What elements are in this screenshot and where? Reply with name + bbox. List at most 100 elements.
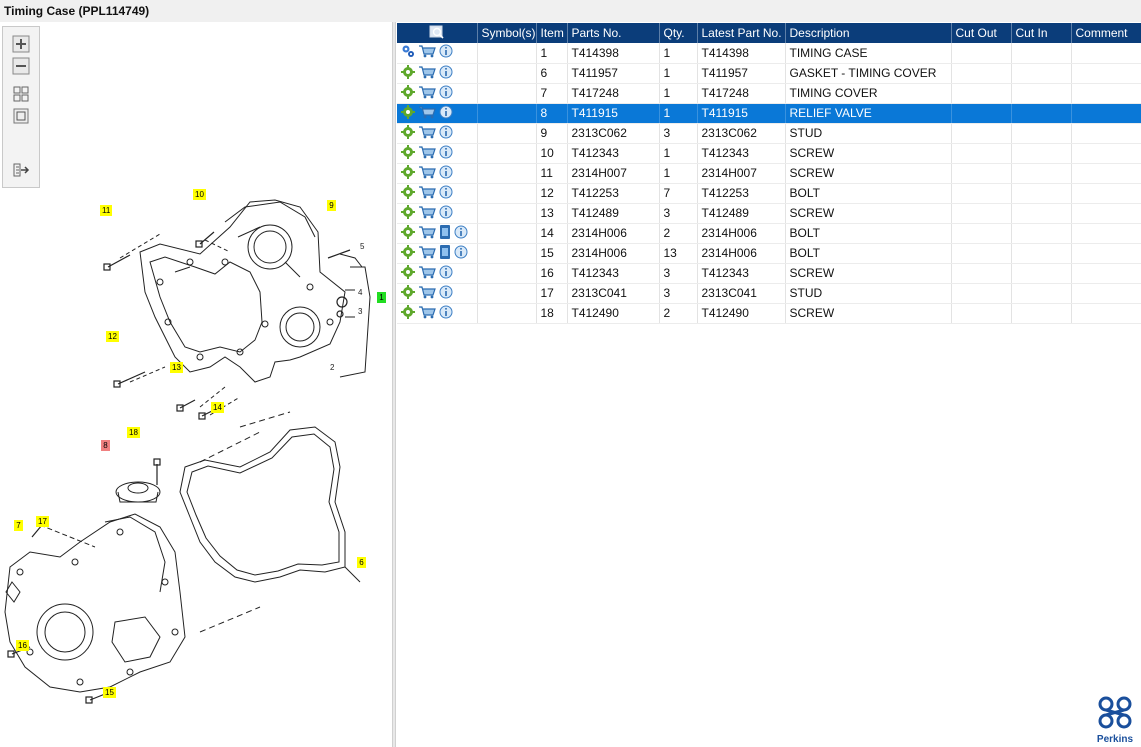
table-row[interactable]: 15 2314H006 13 2314H006 BOLT	[397, 243, 1141, 264]
callout-9[interactable]: 9	[327, 200, 336, 211]
zoom-out-icon[interactable]	[12, 57, 30, 75]
info-icon[interactable]	[439, 85, 453, 102]
callout-16[interactable]: 16	[16, 640, 29, 651]
assembly-icon[interactable]	[401, 44, 415, 61]
info-icon[interactable]	[439, 105, 453, 122]
callout-17[interactable]: 17	[36, 516, 49, 527]
cart-icon[interactable]	[418, 245, 436, 262]
qty-cell: 1	[659, 143, 698, 164]
cart-icon[interactable]	[418, 44, 436, 61]
part-icon[interactable]	[401, 204, 415, 222]
column-parts-no[interactable]: Parts No.	[567, 23, 660, 43]
table-row[interactable]: 17 2313C041 3 2313C041 STUD	[397, 283, 1141, 304]
info-icon[interactable]	[454, 225, 468, 242]
table-row[interactable]: 6 T411957 1 T411957 GASKET - TIMING COVER	[397, 63, 1141, 84]
info-icon[interactable]	[439, 65, 453, 82]
cut-in-cell	[1011, 83, 1072, 104]
illustration-pane[interactable]: 11 10 9 1 12 13 14 18 8 7 17 6 16 15 5 4…	[0, 22, 392, 747]
column-symbols[interactable]: Symbol(s)	[477, 23, 537, 43]
info-icon[interactable]	[439, 265, 453, 282]
cart-icon[interactable]	[418, 145, 436, 162]
cart-icon[interactable]	[418, 125, 436, 142]
callout-11[interactable]: 11	[100, 205, 113, 216]
column-item[interactable]: Item	[536, 23, 568, 43]
table-row[interactable]: 9 2313C062 3 2313C062 STUD	[397, 123, 1141, 144]
callout-18[interactable]: 18	[127, 427, 140, 438]
info-icon[interactable]	[439, 44, 453, 61]
part-icon[interactable]	[401, 304, 415, 322]
table-row[interactable]: 8 T411915 1 T411915 RELIEF VALVE	[397, 103, 1141, 124]
info-icon[interactable]	[439, 305, 453, 322]
table-row[interactable]: 12 T412253 7 T412253 BOLT	[397, 183, 1141, 204]
callout-6[interactable]: 6	[357, 557, 366, 568]
part-icon[interactable]	[401, 224, 415, 242]
column-cut-in[interactable]: Cut In	[1011, 23, 1072, 43]
callout-15[interactable]: 15	[103, 687, 116, 698]
table-row[interactable]: 16 T412343 3 T412343 SCREW	[397, 263, 1141, 284]
callout-1[interactable]: 1	[377, 292, 386, 303]
info-icon[interactable]	[439, 125, 453, 142]
table-row[interactable]: 13 T412489 3 T412489 SCREW	[397, 203, 1141, 224]
column-icons[interactable]	[397, 23, 478, 43]
table-row[interactable]: 14 2314H006 2 2314H006 BOLT	[397, 223, 1141, 244]
cart-icon[interactable]	[418, 165, 436, 182]
callout-7[interactable]: 7	[14, 520, 23, 531]
info-icon[interactable]	[439, 285, 453, 302]
cart-icon[interactable]	[418, 305, 436, 322]
zoom-in-icon[interactable]	[12, 35, 30, 53]
part-icon[interactable]	[401, 144, 415, 162]
cart-icon[interactable]	[418, 225, 436, 242]
item-cell: 18	[536, 303, 568, 324]
column-cut-out[interactable]: Cut Out	[951, 23, 1012, 43]
document-icon[interactable]	[439, 224, 451, 243]
actual-size-icon[interactable]	[12, 107, 30, 125]
info-icon[interactable]	[439, 185, 453, 202]
preview-icon[interactable]	[429, 25, 445, 42]
info-icon[interactable]	[439, 165, 453, 182]
table-row[interactable]: 18 T412490 2 T412490 SCREW	[397, 303, 1141, 324]
part-icon[interactable]	[401, 244, 415, 262]
cart-icon[interactable]	[418, 85, 436, 102]
table-row[interactable]: 10 T412343 1 T412343 SCREW	[397, 143, 1141, 164]
part-no-cell: T411957	[567, 63, 660, 84]
cut-out-cell	[951, 303, 1012, 324]
part-icon[interactable]	[401, 284, 415, 302]
cart-icon[interactable]	[418, 265, 436, 282]
cart-icon[interactable]	[418, 205, 436, 222]
callout-13[interactable]: 13	[170, 362, 183, 373]
part-icon[interactable]	[401, 84, 415, 102]
column-latest-part-no[interactable]: Latest Part No.	[697, 23, 786, 43]
latest-part-no-cell: T411957	[697, 63, 786, 84]
info-icon[interactable]	[454, 245, 468, 262]
label-5: 5	[360, 242, 365, 251]
latest-part-no-cell: T412343	[697, 263, 786, 284]
part-icon[interactable]	[401, 124, 415, 142]
description-cell: GASKET - TIMING COVER	[785, 63, 952, 84]
document-icon[interactable]	[439, 244, 451, 263]
cart-icon[interactable]	[418, 285, 436, 302]
part-icon[interactable]	[401, 164, 415, 182]
export-icon[interactable]	[12, 161, 30, 179]
info-icon[interactable]	[439, 145, 453, 162]
column-comment[interactable]: Comment	[1071, 23, 1141, 43]
info-icon[interactable]	[439, 205, 453, 222]
table-row[interactable]: 11 2314H007 1 2314H007 SCREW	[397, 163, 1141, 184]
table-row[interactable]: 7 T417248 1 T417248 TIMING COVER	[397, 83, 1141, 104]
callout-14[interactable]: 14	[211, 402, 224, 413]
callout-10[interactable]: 10	[193, 189, 206, 200]
fit-all-icon[interactable]	[12, 85, 30, 103]
part-icon[interactable]	[401, 64, 415, 82]
callout-12[interactable]: 12	[106, 331, 119, 342]
table-row[interactable]: 1 T414398 1 T414398 TIMING CASE	[397, 43, 1141, 64]
part-icon[interactable]	[401, 104, 415, 122]
cart-icon[interactable]	[418, 65, 436, 82]
callout-8[interactable]: 8	[101, 440, 110, 451]
cart-icon[interactable]	[418, 185, 436, 202]
cart-icon[interactable]	[418, 105, 436, 122]
column-description[interactable]: Description	[785, 23, 952, 43]
column-qty[interactable]: Qty.	[659, 23, 698, 43]
part-icon[interactable]	[401, 264, 415, 282]
comment-cell	[1071, 163, 1141, 184]
cut-out-cell	[951, 203, 1012, 224]
part-icon[interactable]	[401, 184, 415, 202]
